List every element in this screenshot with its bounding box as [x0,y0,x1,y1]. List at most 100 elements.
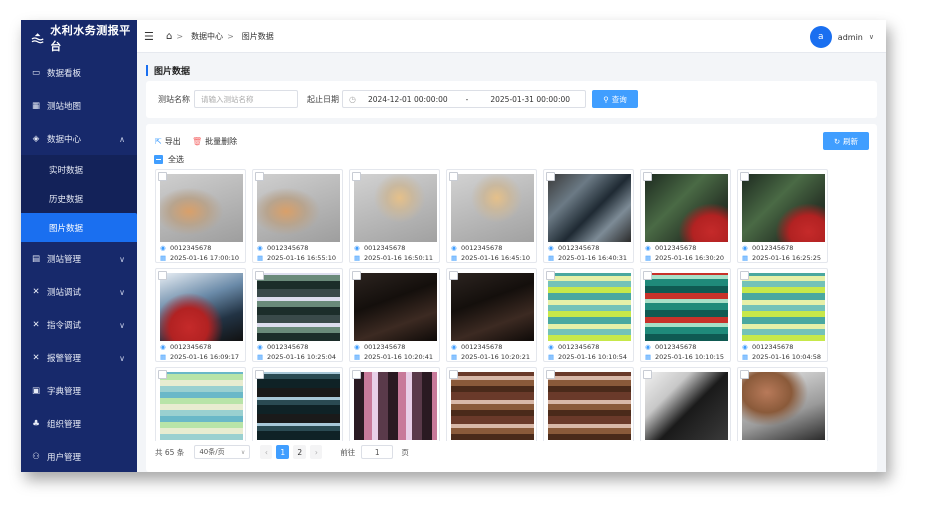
photo-checkbox[interactable] [546,370,555,379]
sidebar-item[interactable]: ⚇ 用户管理 [21,440,137,472]
photo-thumbnail[interactable] [451,174,534,242]
photo-card-item[interactable]: ◉ 0012345678 ▦ 2025-01-16 16:40:31 [543,169,634,263]
photo-checkbox[interactable] [740,172,749,181]
photo-card-item[interactable]: ◉ 0012345678 ▦ 2025-01-16 16:25:25 [737,169,828,263]
photo-checkbox[interactable] [449,370,458,379]
photo-checkbox[interactable] [546,271,555,280]
photo-card-item[interactable]: ◉ 0012345678 ▦ 2025-01-16 10:20:41 [349,268,440,362]
photo-card-item[interactable]: ◉ 0012345678 ▦ 2025-01-16 10:25:04 [252,268,343,362]
photo-checkbox[interactable] [546,172,555,181]
photo-card-item[interactable] [252,367,343,441]
photo-thumbnail[interactable] [160,174,243,242]
page-size-select[interactable]: 40条/页 ∨ [194,445,251,459]
photo-card-item[interactable] [446,367,537,441]
photo-checkbox[interactable] [643,172,652,181]
photo-thumbnail[interactable] [742,273,825,341]
sidebar-subitem[interactable]: 历史数据 [21,184,137,213]
photo-thumbnail[interactable] [645,372,728,440]
start-date[interactable]: 2024-12-01 00:00:00 [368,95,448,104]
photo-checkbox[interactable] [158,172,167,181]
photo-card-item[interactable] [349,367,440,441]
photo-card-item[interactable]: ◉ 0012345678 ▦ 2025-01-16 16:30:20 [640,169,731,263]
photo-thumbnail[interactable] [354,273,437,341]
home-icon[interactable]: ⌂ [166,31,172,42]
photo-checkbox[interactable] [740,271,749,280]
photo-checkbox[interactable] [158,271,167,280]
photo-card-item[interactable] [543,367,634,441]
photo-card-item[interactable] [737,367,828,441]
photo-card-item[interactable] [640,367,731,441]
photo-thumbnail[interactable] [160,372,243,440]
username[interactable]: admin [838,33,863,42]
select-all-checkbox[interactable]: 全选 [154,154,184,165]
photo-checkbox[interactable] [352,271,361,280]
page-button[interactable]: 2 [293,445,307,459]
photo-card-item[interactable]: ◉ 0012345678 ▦ 2025-01-16 17:00:10 [155,169,246,263]
checkbox-indeterminate-icon[interactable] [154,155,163,164]
photo-card-item[interactable]: ◉ 0012345678 ▦ 2025-01-16 16:55:10 [252,169,343,263]
chevron-down-icon: ∨ [119,321,125,330]
photo-checkbox[interactable] [643,370,652,379]
photo-card-item[interactable] [155,367,246,441]
search-button[interactable]: ⚲ 查询 [592,90,638,108]
photo-card-item[interactable]: ◉ 0012345678 ▦ 2025-01-16 10:04:58 [737,268,828,362]
sidebar-item[interactable]: ▭ 数据看板 [21,56,137,89]
export-button[interactable]: ⇱ 导出 [155,136,181,147]
sidebar-item[interactable]: ✕ 指令调试 ∨ [21,308,137,341]
photo-thumbnail[interactable] [548,174,631,242]
photo-thumbnail[interactable] [451,273,534,341]
date-range-picker[interactable]: ◷ 2024-12-01 00:00:00 - 2025-01-31 00:00… [342,90,586,108]
sidebar-item[interactable]: ▦ 测站地图 [21,89,137,122]
sidebar-item[interactable]: ▤ 测站管理 ∨ [21,242,137,275]
photo-card-item[interactable]: ◉ 0012345678 ▦ 2025-01-16 16:50:11 [349,169,440,263]
user-menu[interactable]: a admin ∨ [809,26,874,48]
menu-toggle-icon[interactable]: ☰ [144,30,158,43]
photo-thumbnail[interactable] [742,174,825,242]
end-date[interactable]: 2025-01-31 00:00:00 [490,95,570,104]
photo-thumbnail[interactable] [645,174,728,242]
sidebar-subitem[interactable]: 图片数据 [21,213,137,242]
sidebar-item[interactable]: ♣ 组织管理 [21,407,137,440]
chevron-down-icon[interactable]: ∨ [869,33,874,41]
photo-thumbnail[interactable] [257,273,340,341]
photo-checkbox[interactable] [643,271,652,280]
photo-thumbnail[interactable] [160,273,243,341]
photo-checkbox[interactable] [352,370,361,379]
sidebar-item[interactable]: ✕ 报警管理 ∨ [21,341,137,374]
sidebar-item[interactable]: ▣ 字典管理 [21,374,137,407]
sidebar-subitem[interactable]: 实时数据 [21,155,137,184]
sidebar-item[interactable]: ✕ 测站调试 ∨ [21,275,137,308]
goto-page-input[interactable]: 1 [361,445,394,459]
photo-checkbox[interactable] [449,271,458,280]
sidebar-item[interactable]: ◈ 数据中心 ∧ [21,122,137,155]
batch-delete-button[interactable]: 🗑 批量删除 [192,136,237,147]
photo-thumbnail[interactable] [257,372,340,440]
photo-thumbnail[interactable] [742,372,825,440]
photo-card-item[interactable]: ◉ 0012345678 ▦ 2025-01-16 10:20:21 [446,268,537,362]
photo-thumbnail[interactable] [645,273,728,341]
breadcrumb-item[interactable]: 数据中心 [191,31,223,42]
photo-thumbnail[interactable] [354,372,437,440]
photo-card-item[interactable]: ◉ 0012345678 ▦ 2025-01-16 16:45:10 [446,169,537,263]
photo-checkbox[interactable] [158,370,167,379]
photo-card-item[interactable]: ◉ 0012345678 ▦ 2025-01-16 10:10:54 [543,268,634,362]
photo-checkbox[interactable] [255,172,264,181]
photo-checkbox[interactable] [740,370,749,379]
photo-thumbnail[interactable] [548,372,631,440]
photo-thumbnail[interactable] [257,174,340,242]
next-page-button[interactable]: › [310,445,323,459]
avatar[interactable]: a [809,26,832,48]
prev-page-button[interactable]: ‹ [260,445,273,459]
refresh-button[interactable]: ↻ 刷新 [823,132,869,150]
station-input[interactable]: 请输入测站名称 [194,90,298,108]
page-button[interactable]: 1 [276,445,290,459]
photo-card-item[interactable]: ◉ 0012345678 ▦ 2025-01-16 10:10:15 [640,268,731,362]
photo-card-item[interactable]: ◉ 0012345678 ▦ 2025-01-16 16:09:17 [155,268,246,362]
photo-thumbnail[interactable] [451,372,534,440]
photo-checkbox[interactable] [449,172,458,181]
photo-checkbox[interactable] [352,172,361,181]
photo-checkbox[interactable] [255,370,264,379]
photo-thumbnail[interactable] [548,273,631,341]
photo-checkbox[interactable] [255,271,264,280]
photo-thumbnail[interactable] [354,174,437,242]
